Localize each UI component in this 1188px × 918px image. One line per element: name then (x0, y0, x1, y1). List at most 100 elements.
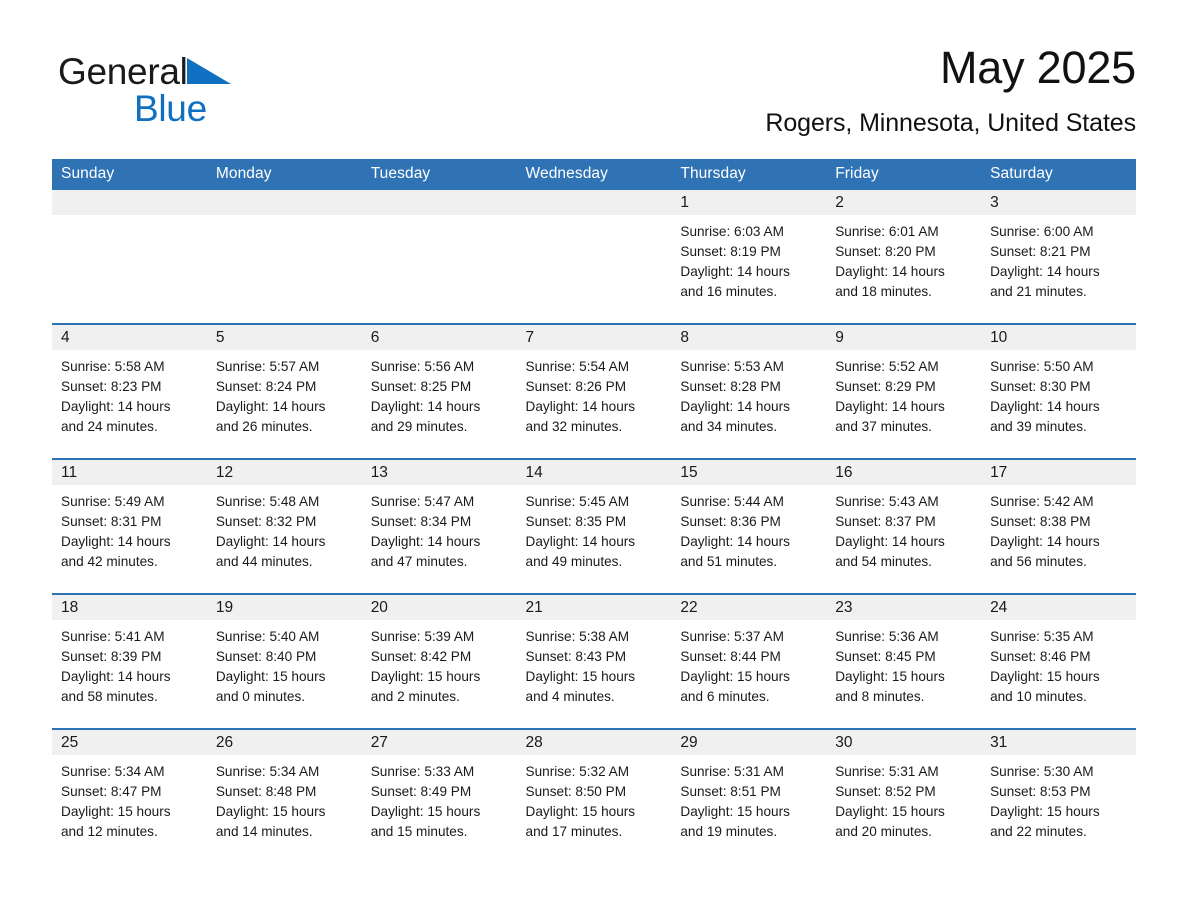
calendar-day-cell[interactable]: 3 Sunrise: 6:00 AM Sunset: 8:21 PM Daylight… (981, 190, 1136, 324)
daylight-text-line1: Daylight: 14 hours (990, 399, 1100, 414)
calendar-day-cell[interactable]: 20 Sunrise: 5:39 AM Sunset: 8:42 PM Dayligh… (361, 593, 517, 729)
sunrise-text: Sunrise: 5:56 AM (370, 359, 475, 374)
day-number (206, 190, 362, 215)
page-title: May 2025 (939, 42, 1136, 93)
sunset-text: Sunset: 8:24 PM (215, 379, 317, 394)
calendar-day-cell[interactable]: 7 Sunrise: 5:54 AM Sunset: 8:26 PM Daylight… (516, 323, 672, 459)
calendar-day-cell[interactable]: 13 Sunrise: 5:47 AM Sunset: 8:34 PM Dayligh… (361, 458, 517, 594)
day-number: 23 (826, 595, 982, 620)
calendar-day-cell[interactable]: 27 Sunrise: 5:33 AM Sunset: 8:49 PM Dayligh… (361, 728, 517, 863)
sunrise-text: Sunrise: 5:35 AM (990, 629, 1094, 644)
calendar-day-cell[interactable]: 10 Sunrise: 5:50 AM Sunset: 8:30 PM Dayligh… (981, 323, 1136, 459)
calendar-page: General Blue May 2025 Rogers, Minnesota,… (0, 0, 1188, 918)
daylight-text-line1: Daylight: 15 hours (990, 669, 1100, 684)
calendar-day-cell[interactable]: 9 Sunrise: 5:52 AM Sunset: 8:29 PM Daylight… (826, 323, 982, 459)
calendar-day-cell[interactable]: 21 Sunrise: 5:38 AM Sunset: 8:43 PM Dayligh… (516, 593, 672, 729)
calendar-day-cell[interactable]: 24 Sunrise: 5:35 AM Sunset: 8:46 PM Dayligh… (981, 593, 1136, 729)
day-details: Sunrise: 5:44 AM Sunset: 8:36 PM Daylight:… (671, 485, 826, 572)
calendar-day-cell[interactable] (361, 190, 517, 324)
sunset-text: Sunset: 8:50 PM (525, 784, 627, 799)
day-details: Sunrise: 5:50 AM Sunset: 8:30 PM Daylight:… (981, 350, 1136, 437)
calendar-day-cell[interactable]: 28 Sunrise: 5:32 AM Sunset: 8:50 PM Dayligh… (516, 728, 672, 863)
calendar-day-cell[interactable]: 15 Sunrise: 5:44 AM Sunset: 8:36 PM Dayligh… (671, 458, 827, 594)
calendar-day-cell[interactable]: 5 Sunrise: 5:57 AM Sunset: 8:24 PM Daylight… (206, 323, 362, 459)
day-cell: 16 Sunrise: 5:43 AM Sunset: 8:37 PM Dayligh… (826, 460, 982, 593)
calendar-day-cell[interactable]: 2 Sunrise: 6:01 AM Sunset: 8:20 PM Daylight… (826, 190, 982, 324)
calendar-day-cell[interactable]: 18 Sunrise: 5:41 AM Sunset: 8:39 PM Dayligh… (52, 593, 207, 729)
day-number: 20 (361, 595, 517, 620)
sunset-text: Sunset: 8:32 PM (215, 514, 317, 529)
day-cell: 2 Sunrise: 6:01 AM Sunset: 8:20 PM Daylight… (826, 190, 982, 323)
daylight-text-line1: Daylight: 15 hours (680, 669, 790, 684)
calendar-day-cell[interactable]: 29 Sunrise: 5:31 AM Sunset: 8:51 PM Dayligh… (671, 728, 827, 863)
daylight-text-line2: and 0 minutes. (215, 689, 306, 704)
sunset-text: Sunset: 8:45 PM (835, 649, 936, 664)
day-details (207, 215, 362, 222)
calendar-day-cell[interactable] (516, 190, 672, 324)
calendar-day-cell[interactable] (52, 190, 207, 324)
day-details: Sunrise: 5:48 AM Sunset: 8:32 PM Daylight:… (207, 485, 362, 572)
sunrise-text: Sunrise: 5:33 AM (370, 764, 475, 779)
day-number: 15 (671, 460, 827, 485)
day-number: 16 (826, 460, 982, 485)
day-cell-empty (52, 190, 207, 323)
brand-triangle-icon (186, 57, 231, 84)
sunrise-text: Sunrise: 5:58 AM (61, 359, 165, 374)
calendar-day-cell[interactable]: 26 Sunrise: 5:34 AM Sunset: 8:48 PM Dayligh… (206, 728, 362, 863)
daylight-text-line2: and 20 minutes. (835, 824, 932, 839)
calendar-table: Sunday Monday Tuesday Wednesday Thursday… (52, 159, 1136, 863)
day-details: Sunrise: 6:01 AM Sunset: 8:20 PM Daylight:… (826, 215, 981, 302)
calendar-day-cell[interactable]: 12 Sunrise: 5:48 AM Sunset: 8:32 PM Dayligh… (206, 458, 362, 594)
calendar-day-cell[interactable]: 25 Sunrise: 5:34 AM Sunset: 8:47 PM Dayligh… (52, 728, 207, 863)
day-details: Sunrise: 5:38 AM Sunset: 8:43 PM Daylight:… (517, 620, 672, 707)
day-cell: 12 Sunrise: 5:48 AM Sunset: 8:32 PM Dayligh… (206, 460, 362, 593)
day-number (516, 190, 672, 215)
brand-logo[interactable]: General Blue (58, 50, 398, 142)
daylight-text-line1: Daylight: 14 hours (680, 264, 790, 279)
calendar-day-cell[interactable]: 30 Sunrise: 5:31 AM Sunset: 8:52 PM Dayligh… (826, 728, 982, 863)
calendar-day-cell[interactable]: 8 Sunrise: 5:53 AM Sunset: 8:28 PM Daylight… (671, 323, 827, 459)
sunrise-text: Sunrise: 5:36 AM (835, 629, 939, 644)
daylight-text-line2: and 47 minutes. (370, 554, 468, 569)
day-number: 27 (361, 730, 517, 755)
calendar-day-cell[interactable]: 6 Sunrise: 5:56 AM Sunset: 8:25 PM Daylight… (361, 323, 517, 459)
sunrise-text: Sunrise: 6:00 AM (990, 224, 1094, 239)
day-cell: 5 Sunrise: 5:57 AM Sunset: 8:24 PM Daylight… (206, 325, 362, 458)
calendar-day-cell[interactable] (206, 190, 362, 324)
daylight-text-line1: Daylight: 14 hours (835, 534, 945, 549)
calendar-day-cell[interactable]: 4 Sunrise: 5:58 AM Sunset: 8:23 PM Daylight… (52, 323, 207, 459)
sunrise-text: Sunrise: 5:34 AM (215, 764, 320, 779)
daylight-text-line1: Daylight: 14 hours (215, 534, 326, 549)
sunrise-text: Sunrise: 5:31 AM (680, 764, 784, 779)
day-details: Sunrise: 5:41 AM Sunset: 8:39 PM Daylight:… (52, 620, 207, 707)
calendar-day-cell[interactable]: 16 Sunrise: 5:43 AM Sunset: 8:37 PM Dayligh… (826, 458, 982, 594)
daylight-text-line2: and 21 minutes. (990, 284, 1087, 299)
day-number: 25 (52, 730, 207, 755)
calendar-day-cell[interactable]: 17 Sunrise: 5:42 AM Sunset: 8:38 PM Dayligh… (981, 458, 1136, 594)
day-cell: 13 Sunrise: 5:47 AM Sunset: 8:34 PM Dayligh… (361, 460, 517, 593)
sunset-text: Sunset: 8:53 PM (990, 784, 1091, 799)
calendar-day-cell[interactable]: 23 Sunrise: 5:36 AM Sunset: 8:45 PM Dayligh… (826, 593, 982, 729)
daylight-text-line1: Daylight: 14 hours (990, 534, 1100, 549)
daylight-text-line1: Daylight: 14 hours (680, 534, 790, 549)
calendar-day-cell[interactable]: 11 Sunrise: 5:49 AM Sunset: 8:31 PM Dayligh… (52, 458, 207, 594)
daylight-text-line1: Daylight: 14 hours (215, 399, 326, 414)
calendar-day-cell[interactable]: 19 Sunrise: 5:40 AM Sunset: 8:40 PM Dayligh… (206, 593, 362, 729)
calendar-day-cell[interactable]: 14 Sunrise: 5:45 AM Sunset: 8:35 PM Dayligh… (516, 458, 672, 594)
sunset-text: Sunset: 8:35 PM (525, 514, 627, 529)
calendar-day-cell[interactable]: 22 Sunrise: 5:37 AM Sunset: 8:44 PM Dayligh… (671, 593, 827, 729)
day-number: 4 (52, 325, 207, 350)
daylight-text-line2: and 49 minutes. (525, 554, 623, 569)
day-number: 10 (981, 325, 1136, 350)
calendar-day-cell[interactable]: 31 Sunrise: 5:30 AM Sunset: 8:53 PM Dayligh… (981, 728, 1136, 863)
weekday-header-sunday: Sunday (52, 159, 207, 190)
daylight-text-line2: and 39 minutes. (990, 419, 1087, 434)
sunrise-text: Sunrise: 5:43 AM (835, 494, 939, 509)
calendar-day-cell[interactable]: 1 Sunrise: 6:03 AM Sunset: 8:19 PM Daylight… (671, 190, 827, 324)
daylight-text-line1: Daylight: 14 hours (525, 534, 636, 549)
sunrise-text: Sunrise: 5:48 AM (215, 494, 320, 509)
daylight-text-line2: and 14 minutes. (215, 824, 313, 839)
sunset-text: Sunset: 8:30 PM (990, 379, 1091, 394)
day-number: 5 (206, 325, 362, 350)
day-details (362, 215, 517, 222)
